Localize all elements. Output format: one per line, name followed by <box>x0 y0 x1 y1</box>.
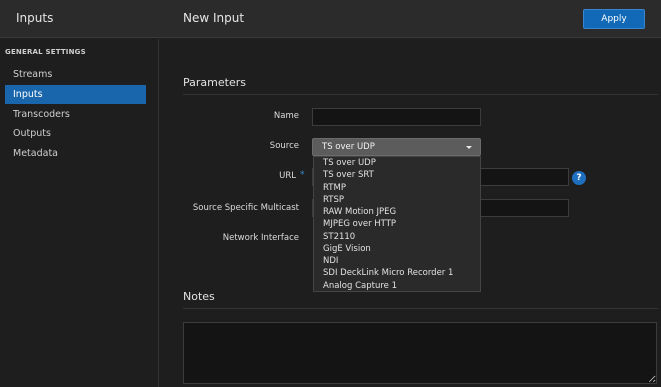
parameters-heading: Parameters <box>183 76 246 89</box>
source-label: Source <box>269 141 299 151</box>
ssm-label: Source Specific Multicast <box>192 203 299 213</box>
source-option[interactable]: RTMP <box>323 183 346 193</box>
sidebar-item-transcoders[interactable]: Transcoders <box>5 105 146 124</box>
notes-heading: Notes <box>183 290 215 303</box>
help-icon[interactable]: ? <box>572 171 586 185</box>
network-interface-label: Network Interface <box>222 233 299 243</box>
sidebar-item-label: Metadata <box>13 148 58 159</box>
sidebar-item-label: Inputs <box>13 89 43 100</box>
source-select[interactable]: TS over UDP <box>312 138 481 156</box>
sidebar-item-label: Transcoders <box>13 109 70 120</box>
source-option[interactable]: ST2110 <box>323 232 355 242</box>
source-option[interactable]: Analog Capture 1 <box>323 281 397 291</box>
source-selected-value: TS over UDP <box>322 142 375 152</box>
sidebar-item-streams[interactable]: Streams <box>5 65 146 84</box>
notes-divider <box>183 308 658 309</box>
sidebar-item-label: Streams <box>13 69 53 80</box>
source-option[interactable]: MJPEG over HTTP <box>323 219 396 229</box>
source-option[interactable]: TS over UDP <box>323 158 376 168</box>
app-title: Inputs <box>16 11 54 25</box>
sidebar-item-outputs[interactable]: Outputs <box>5 124 146 143</box>
sidebar-item-inputs[interactable]: Inputs <box>5 85 146 104</box>
source-option[interactable]: SDI DeckLink Micro Recorder 1 <box>323 268 453 278</box>
sidebar-heading: GENERAL SETTINGS <box>5 48 86 56</box>
parameters-divider <box>183 94 658 95</box>
source-option[interactable]: NDI <box>323 256 338 266</box>
source-option[interactable]: GigE Vision <box>323 244 371 254</box>
name-label: Name <box>273 111 299 121</box>
sidebar-item-metadata[interactable]: Metadata <box>5 144 146 163</box>
top-bar: Inputs New Input Apply <box>0 0 661 38</box>
name-input[interactable] <box>312 108 481 126</box>
sidebar: GENERAL SETTINGS Streams Inputs Transcod… <box>0 39 159 387</box>
required-mark: * <box>300 170 305 180</box>
caret-down-icon <box>466 146 472 149</box>
apply-button[interactable]: Apply <box>583 9 645 29</box>
source-dropdown: TS over UDP TS over SRT RTMP RTSP RAW Mo… <box>313 156 481 292</box>
source-option[interactable]: RTSP <box>323 195 344 205</box>
source-option[interactable]: TS over SRT <box>323 170 374 180</box>
url-label: URL <box>279 171 296 181</box>
page-title: New Input <box>183 11 245 25</box>
notes-textarea[interactable] <box>183 322 657 384</box>
sidebar-item-label: Outputs <box>13 128 51 139</box>
source-option[interactable]: RAW Motion JPEG <box>323 207 396 217</box>
